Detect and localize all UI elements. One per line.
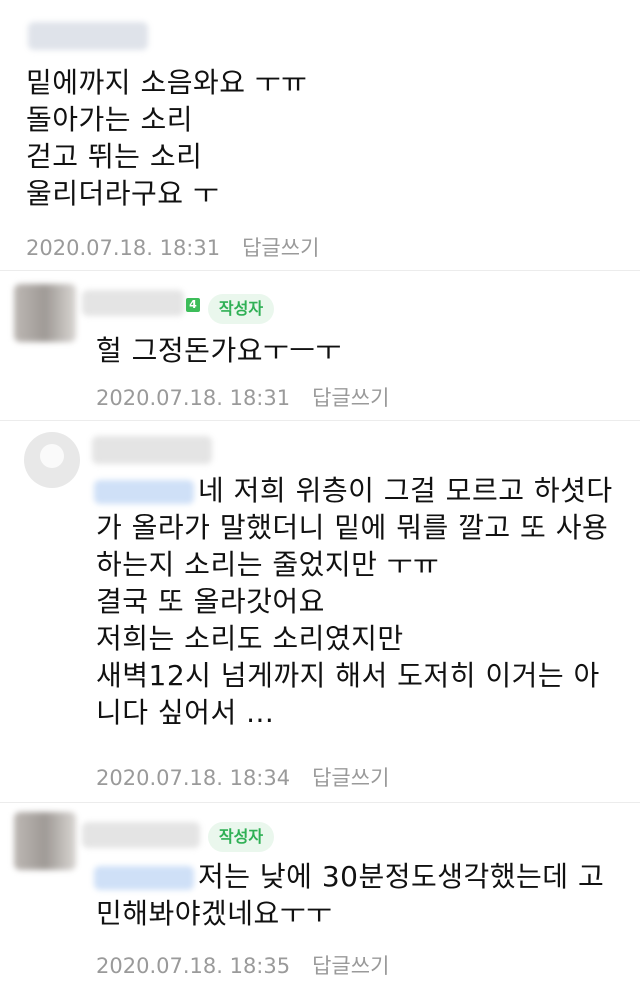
comment-date: 2020.07.18. 18:34 bbox=[96, 766, 291, 790]
comment-meta: 2020.07.18. 18:34 답글쓰기 bbox=[96, 762, 389, 792]
author-name-blurred bbox=[82, 290, 184, 316]
comment-date: 2020.07.18. 18:31 bbox=[96, 386, 291, 410]
comment-line: 가 올라가 말했더니 밑에 뭐를 깔고 또 사용 bbox=[96, 511, 609, 544]
avatar-blurred bbox=[14, 284, 76, 342]
author-name-blurred bbox=[92, 436, 212, 464]
comment-line: 돌아가는 소리 bbox=[26, 103, 193, 136]
comment-line: 네 저희 위층이 그걸 모르고 하셧다 bbox=[198, 474, 613, 507]
author-badge: 작성자 bbox=[208, 294, 274, 324]
reply-button[interactable]: 답글쓰기 bbox=[242, 236, 319, 260]
divider bbox=[0, 270, 640, 271]
reply-button[interactable]: 답글쓰기 bbox=[312, 954, 389, 978]
divider bbox=[0, 802, 640, 803]
comment-meta: 2020.07.18. 18:31 답글쓰기 bbox=[26, 232, 319, 262]
reply-button[interactable]: 답글쓰기 bbox=[312, 766, 389, 790]
comment-line: 민해봐야겠네요ㅜㅜ bbox=[96, 897, 333, 930]
comment-date: 2020.07.18. 18:35 bbox=[96, 954, 291, 978]
author-name-blurred bbox=[28, 22, 148, 50]
comment-line: 울리더라구요 ㅜ bbox=[26, 177, 220, 210]
comment-line: 니다 싶어서 ... bbox=[96, 696, 275, 729]
comment-line: 걷고 뛰는 소리 bbox=[26, 140, 203, 173]
author-badge: 작성자 bbox=[208, 822, 274, 852]
divider bbox=[0, 420, 640, 421]
comment-line: 저는 낮에 30분정도생각했는데 고 bbox=[198, 860, 605, 893]
comment-line: 밑에까지 소음와요 ㅜㅠ bbox=[26, 66, 308, 99]
comment-line: 저희는 소리도 소리였지만 bbox=[96, 622, 404, 655]
comment-line: 결국 또 올라갓어요 bbox=[96, 585, 325, 618]
default-avatar-icon bbox=[24, 432, 80, 488]
comment-line: 새벽12시 넘게까지 해서 도저히 이거는 아 bbox=[96, 659, 600, 692]
level-badge: 4 bbox=[186, 298, 200, 312]
mention-blurred bbox=[94, 480, 194, 504]
comment-line: 하는지 소리는 줄었지만 ㅜㅠ bbox=[96, 548, 440, 581]
author-name-blurred bbox=[82, 822, 200, 848]
comment-line: 헐 그정돈가요ㅜㅡㅜ bbox=[96, 334, 342, 367]
mention-blurred bbox=[94, 866, 194, 890]
comment-meta: 2020.07.18. 18:35 답글쓰기 bbox=[96, 950, 389, 980]
avatar-blurred bbox=[14, 812, 76, 870]
comment-date: 2020.07.18. 18:31 bbox=[26, 236, 221, 260]
reply-button[interactable]: 답글쓰기 bbox=[312, 386, 389, 410]
comment-meta: 2020.07.18. 18:31 답글쓰기 bbox=[96, 382, 389, 412]
